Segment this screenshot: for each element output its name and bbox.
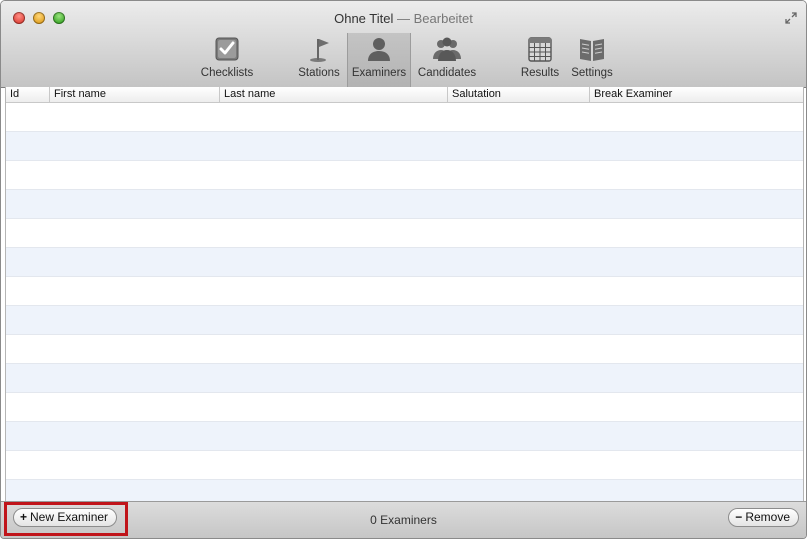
toolbar-checklists[interactable]: Checklists xyxy=(196,33,258,87)
remove-button[interactable]: − Remove xyxy=(728,508,799,527)
toolbar-candidates[interactable]: Candidates xyxy=(413,33,481,87)
checkbox-icon xyxy=(215,37,239,61)
minus-icon: − xyxy=(735,510,743,524)
empty-row xyxy=(6,248,803,277)
empty-row xyxy=(6,219,803,248)
window-title: Ohne Titel xyxy=(334,11,394,26)
table-body[interactable] xyxy=(6,103,803,502)
empty-row xyxy=(6,335,803,364)
table-grid-icon xyxy=(528,37,552,62)
window-title-bar: Ohne Titel — Bearbeitet xyxy=(1,11,806,26)
group-icon xyxy=(433,37,461,61)
empty-row xyxy=(6,451,803,480)
empty-row xyxy=(6,190,803,219)
column-header-break-examiner[interactable]: Break Examiner xyxy=(589,87,803,102)
column-header-salutation[interactable]: Salutation xyxy=(447,87,589,102)
book-icon xyxy=(580,39,604,61)
column-header-last-name[interactable]: Last name xyxy=(219,87,447,102)
empty-row xyxy=(6,364,803,393)
toolbar-checklists-label: Checklists xyxy=(200,67,254,79)
empty-row xyxy=(6,132,803,161)
empty-row xyxy=(6,393,803,422)
fullscreen-icon[interactable] xyxy=(784,11,798,25)
table-header: Id First name Last name Salutation Break… xyxy=(6,87,803,103)
examiners-table[interactable]: Id First name Last name Salutation Break… xyxy=(5,87,804,502)
remove-label: Remove xyxy=(745,510,790,524)
main-toolbar: Checklists Stations Examiners Candidates… xyxy=(1,33,806,87)
toolbar-settings[interactable]: Settings xyxy=(565,33,619,87)
column-header-id[interactable]: Id xyxy=(6,87,49,102)
bottom-bar: + New Examiner 0 Examiners − Remove xyxy=(1,501,806,538)
toolbar-results[interactable]: Results xyxy=(515,33,565,87)
toolbar-results-label: Results xyxy=(520,67,560,79)
toolbar-candidates-label: Candidates xyxy=(417,67,477,79)
toolbar-settings-label: Settings xyxy=(571,67,613,79)
empty-row xyxy=(6,480,803,502)
column-header-first-name[interactable]: First name xyxy=(49,87,219,102)
empty-row xyxy=(6,161,803,190)
examiner-count: 0 Examiners xyxy=(370,513,437,527)
toolbar-stations-label: Stations xyxy=(298,67,340,79)
app-window: Ohne Titel — Bearbeitet Checklists Stati… xyxy=(0,0,807,539)
document-status: Bearbeitet xyxy=(413,11,473,26)
toolbar-examiners-label: Examiners xyxy=(351,67,407,79)
empty-row xyxy=(6,422,803,451)
toolbar-stations[interactable]: Stations xyxy=(291,33,347,87)
empty-row xyxy=(6,277,803,306)
empty-row xyxy=(6,306,803,335)
title-separator: — xyxy=(397,11,410,26)
flag-icon xyxy=(310,39,329,62)
empty-row xyxy=(6,103,803,132)
person-icon xyxy=(368,38,390,61)
toolbar-examiners[interactable]: Examiners xyxy=(347,33,411,87)
title-toolbar: Ohne Titel — Bearbeitet Checklists Stati… xyxy=(1,1,806,88)
